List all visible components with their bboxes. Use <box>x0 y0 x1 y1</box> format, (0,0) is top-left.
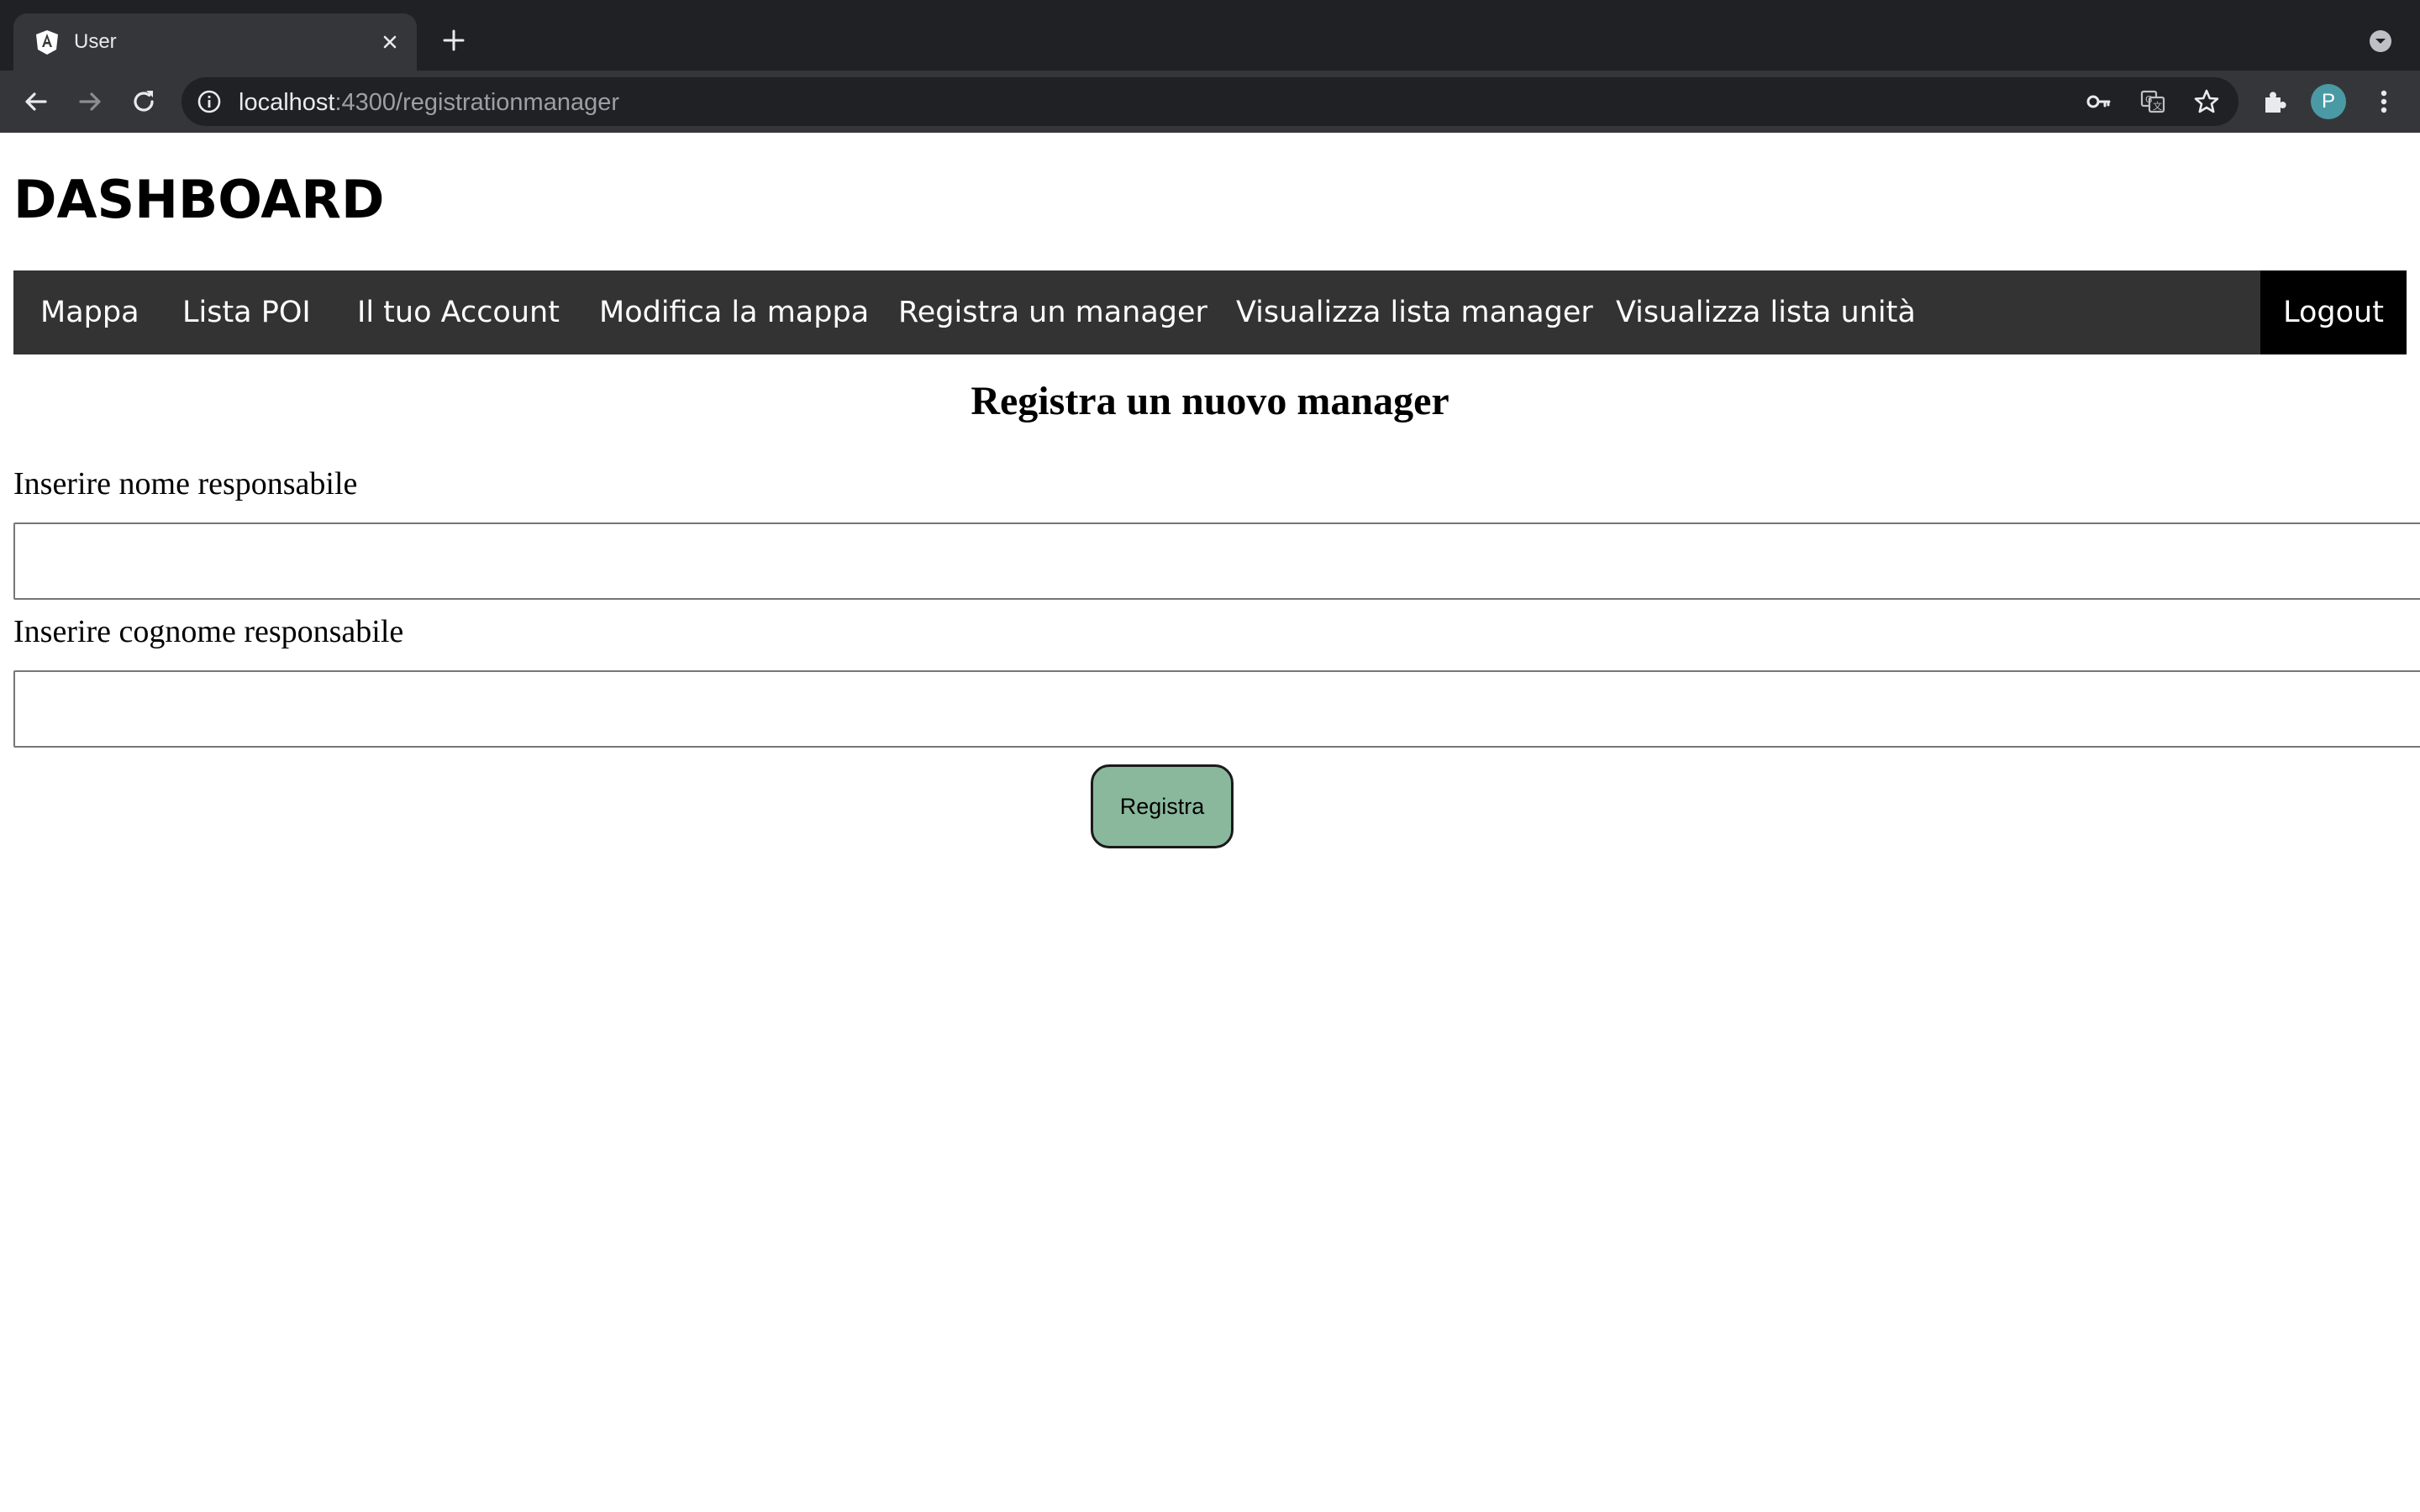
svg-text:G: G <box>2145 94 2153 105</box>
form-heading: Registra un nuovo manager <box>971 379 1449 423</box>
nav-item-lista-manager[interactable]: Visualizza lista manager <box>1236 270 1593 354</box>
nav-item-mappa[interactable]: Mappa <box>40 270 139 354</box>
bookmark-star-icon[interactable] <box>2193 88 2220 115</box>
url-path: :4300/registrationmanager <box>334 89 620 116</box>
browser-tab[interactable]: User <box>13 13 417 71</box>
site-info-icon[interactable] <box>197 89 222 114</box>
address-bar[interactable]: localhost:4300/registrationmanager G 文 <box>182 77 2238 126</box>
first-name-input[interactable] <box>13 522 2420 600</box>
browser-tabstrip: User <box>0 0 2420 71</box>
submit-button[interactable]: Registra <box>1091 764 1234 848</box>
first-name-label: Inserire nome responsabile <box>13 466 358 501</box>
forward-arrow-icon[interactable] <box>74 86 106 118</box>
reload-icon[interactable] <box>128 86 160 118</box>
profile-avatar[interactable]: P <box>2311 84 2346 119</box>
page-title: DASHBOARD <box>13 169 385 230</box>
tab-search-chevron-icon[interactable] <box>2368 29 2393 54</box>
nav-item-account[interactable]: Il tuo Account <box>357 270 560 354</box>
logout-button[interactable]: Logout <box>2260 270 2407 354</box>
page-content: DASHBOARD Mappa Lista POI Il tuo Account… <box>0 133 2420 1512</box>
key-icon[interactable] <box>2086 88 2112 115</box>
nav-item-lista-poi[interactable]: Lista POI <box>182 270 311 354</box>
browser-toolbar: localhost:4300/registrationmanager G 文 P <box>0 71 2420 133</box>
tab-title: User <box>74 30 117 53</box>
nav-item-registra-manager[interactable]: Registra un manager <box>898 270 1207 354</box>
new-tab-plus-icon[interactable] <box>439 25 469 55</box>
url-host: localhost <box>239 89 335 116</box>
extensions-puzzle-icon[interactable] <box>2259 86 2291 118</box>
translate-icon[interactable]: G 文 <box>2139 88 2166 115</box>
back-arrow-icon[interactable] <box>20 86 52 118</box>
nav-item-lista-unita[interactable]: Visualizza lista unità <box>1616 270 1916 354</box>
svg-text:文: 文 <box>2153 100 2162 112</box>
close-icon[interactable] <box>376 29 403 55</box>
nav-item-modifica-mappa[interactable]: Modifica la mappa <box>599 270 869 354</box>
main-navbar: Mappa Lista POI Il tuo Account Modifica … <box>13 270 2407 354</box>
url-text[interactable]: localhost:4300/registrationmanager <box>239 88 619 117</box>
menu-kebab-icon[interactable] <box>2368 86 2400 118</box>
last-name-input[interactable] <box>13 670 2420 748</box>
last-name-label: Inserire cognome responsabile <box>13 614 404 649</box>
angular-logo-icon <box>36 30 58 55</box>
